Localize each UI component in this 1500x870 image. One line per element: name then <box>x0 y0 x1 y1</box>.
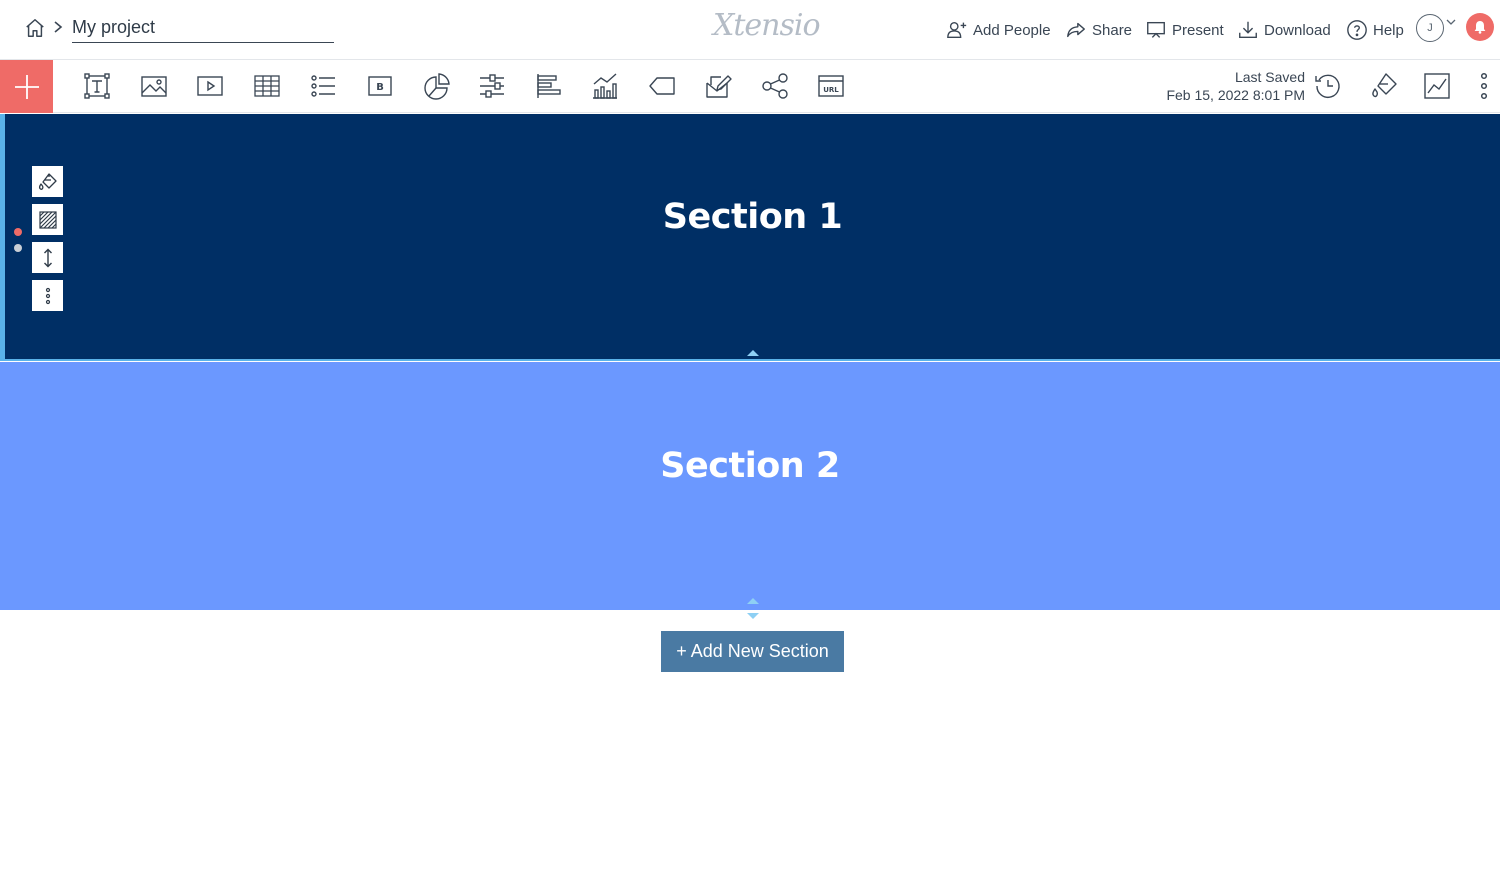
home-icon[interactable] <box>24 17 46 39</box>
table-tool-icon <box>254 75 280 97</box>
download-label: Download <box>1264 21 1331 39</box>
slider-tool-button[interactable] <box>477 71 507 101</box>
column-chart-tool-button[interactable] <box>590 71 620 101</box>
theme-paint-button[interactable] <box>1369 71 1399 101</box>
url-embed-tool-button[interactable]: URL <box>816 71 846 101</box>
user-avatar[interactable]: J <box>1416 14 1444 42</box>
section-color-button[interactable] <box>32 166 63 197</box>
section-resize-button[interactable] <box>32 242 63 273</box>
help-label: Help <box>1373 21 1404 39</box>
more-vertical-icon <box>1480 72 1488 100</box>
tag-tool-icon <box>649 77 675 95</box>
section-title[interactable]: Section 2 <box>660 446 840 610</box>
video-tool-button[interactable] <box>195 71 225 101</box>
pattern-background-icon <box>38 210 57 229</box>
list-tool-icon <box>311 75 335 97</box>
paint-bucket-icon <box>1372 73 1397 98</box>
last-saved-time: Feb 15, 2022 8:01 PM <box>1166 87 1305 103</box>
bar-chart-tool-icon <box>537 74 561 98</box>
share-button[interactable]: Share <box>1065 17 1132 43</box>
text-tool-button[interactable] <box>82 71 112 101</box>
image-tool-icon <box>141 76 167 97</box>
section-2-resize-handle[interactable] <box>746 596 760 622</box>
add-new-section-button[interactable]: + Add New Section <box>661 631 844 672</box>
list-tool-button[interactable] <box>308 71 338 101</box>
svg-text:URL: URL <box>823 86 839 94</box>
breadcrumb-chevron-icon <box>54 21 63 33</box>
top-header: Xtensio Add People Share Present Downloa… <box>0 0 1500 60</box>
share-arrow-icon <box>1067 22 1085 38</box>
table-tool-button[interactable] <box>252 71 282 101</box>
notifications-button[interactable] <box>1466 13 1494 41</box>
more-vertical-icon <box>45 287 50 304</box>
chevron-down-icon[interactable] <box>1446 18 1456 26</box>
present-label: Present <box>1172 21 1224 39</box>
analytics-chart-icon <box>1424 73 1450 99</box>
form-tool-icon <box>706 75 732 98</box>
last-saved-label: Last Saved <box>1234 69 1305 85</box>
form-tool-button[interactable] <box>703 71 733 101</box>
presentation-screen-icon <box>1147 21 1165 38</box>
pie-chart-tool-button[interactable] <box>421 71 451 101</box>
section-1-nav-dot[interactable] <box>14 228 22 236</box>
url-embed-tool-icon: URL <box>818 75 844 97</box>
button-tool-button[interactable]: B <box>365 71 395 101</box>
section-tools <box>32 166 63 318</box>
add-people-button[interactable]: Add People <box>946 17 1051 43</box>
share-tool-icon <box>762 73 788 99</box>
svg-text:B: B <box>376 82 384 93</box>
block-toolbar: B URL Last Saved Feb 15, 2022 8:01 PM <box>0 60 1500 113</box>
last-saved-status: Last Saved Feb 15, 2022 8:01 PM <box>1166 68 1305 104</box>
help-button[interactable]: Help <box>1346 17 1404 43</box>
add-user-icon <box>947 21 967 39</box>
section-title[interactable]: Section 1 <box>663 197 843 359</box>
brand-logo: Xtensio <box>713 8 821 43</box>
present-button[interactable]: Present <box>1145 17 1224 43</box>
button-tool-icon: B <box>368 76 392 96</box>
section-background-button[interactable] <box>32 204 63 235</box>
paint-bucket-icon <box>38 172 57 190</box>
more-options-button[interactable] <box>1469 71 1499 101</box>
add-people-label: Add People <box>973 21 1051 39</box>
history-clock-icon <box>1315 74 1340 98</box>
plus-icon <box>14 74 39 99</box>
pie-chart-tool-icon <box>424 73 450 100</box>
image-tool-button[interactable] <box>139 71 169 101</box>
share-label: Share <box>1092 21 1133 39</box>
download-icon <box>1239 21 1257 39</box>
section-2[interactable]: Section 2 <box>0 362 1500 610</box>
section-1[interactable]: Section 1 <box>0 114 1500 361</box>
slider-tool-icon <box>480 74 504 98</box>
share-nodes-tool-button[interactable] <box>760 71 790 101</box>
version-history-button[interactable] <box>1313 71 1343 101</box>
help-question-icon <box>1347 20 1367 40</box>
tag-tool-button[interactable] <box>647 71 677 101</box>
section-2-nav-dot[interactable] <box>14 244 22 252</box>
section-more-button[interactable] <box>32 280 63 311</box>
vertical-resize-icon <box>43 248 52 267</box>
text-tool-icon <box>84 73 110 99</box>
bar-chart-tool-button[interactable] <box>534 71 564 101</box>
video-tool-icon <box>197 76 223 96</box>
add-block-button[interactable] <box>0 60 53 113</box>
column-chart-tool-icon <box>593 73 617 99</box>
download-button[interactable]: Download <box>1237 17 1331 43</box>
analytics-button[interactable] <box>1422 71 1452 101</box>
bell-icon <box>1474 21 1486 34</box>
project-name-input[interactable] <box>72 17 334 43</box>
